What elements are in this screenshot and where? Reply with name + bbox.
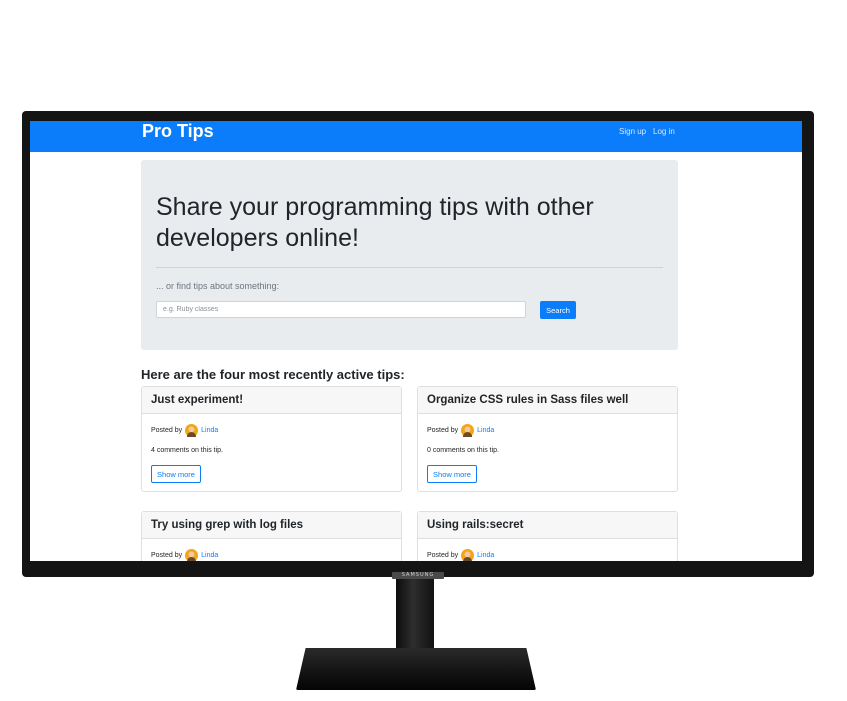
posted-by: Posted by Linda xyxy=(151,549,218,561)
posted-by: Posted by Linda xyxy=(151,424,218,437)
posted-by-label: Posted by xyxy=(427,552,459,559)
tip-card: Just experiment! Posted by Linda 4 comme… xyxy=(141,386,402,492)
search-button[interactable]: Search xyxy=(540,301,576,319)
monitor-stand-base xyxy=(296,648,536,690)
author-link[interactable]: Linda xyxy=(201,427,218,434)
hero-title: Share your programming tips with other d… xyxy=(156,193,594,252)
user-avatar-icon xyxy=(185,549,199,561)
monitor-screen: Pro Tips Sign up Log in Share your progr… xyxy=(30,121,802,561)
tip-card-title: Just experiment! xyxy=(142,387,401,414)
monitor-stand-neck xyxy=(396,579,434,651)
author-link[interactable]: Linda xyxy=(201,552,218,559)
comment-count: 4 comments on this tip. xyxy=(151,447,223,454)
show-more-button[interactable]: Show more xyxy=(427,465,477,483)
posted-by-label: Posted by xyxy=(427,427,459,434)
user-avatar-icon xyxy=(461,424,475,437)
author-link[interactable]: Linda xyxy=(477,552,494,559)
tip-card: Using rails:secret Posted by Linda xyxy=(417,511,678,561)
section-heading: Here are the four most recently active t… xyxy=(141,367,405,382)
navbar-brand[interactable]: Pro Tips xyxy=(142,121,214,152)
author-link[interactable]: Linda xyxy=(477,427,494,434)
hero-divider xyxy=(156,267,663,268)
signup-link[interactable]: Sign up xyxy=(619,127,646,136)
tip-card-title: Try using grep with log files xyxy=(142,512,401,539)
posted-by-label: Posted by xyxy=(151,552,183,559)
hero-lead: ... or find tips about something: xyxy=(156,281,280,291)
search-input[interactable] xyxy=(156,301,526,318)
navbar: Pro Tips Sign up Log in xyxy=(30,121,802,152)
user-avatar-icon xyxy=(461,549,475,561)
login-link[interactable]: Log in xyxy=(653,127,675,136)
hero-jumbotron: Share your programming tips with other d… xyxy=(141,160,678,350)
show-more-button[interactable]: Show more xyxy=(151,465,201,483)
posted-by-label: Posted by xyxy=(151,427,183,434)
tip-card-title: Using rails:secret xyxy=(418,512,677,539)
tip-card-title: Organize CSS rules in Sass files well xyxy=(418,387,677,414)
tip-card: Try using grep with log files Posted by … xyxy=(141,511,402,561)
user-avatar-icon xyxy=(185,424,199,437)
posted-by: Posted by Linda xyxy=(427,549,494,561)
posted-by: Posted by Linda xyxy=(427,424,494,437)
tip-card: Organize CSS rules in Sass files well Po… xyxy=(417,386,678,492)
comment-count: 0 comments on this tip. xyxy=(427,447,499,454)
monitor-brand-label: SAMSUNG xyxy=(392,572,444,579)
